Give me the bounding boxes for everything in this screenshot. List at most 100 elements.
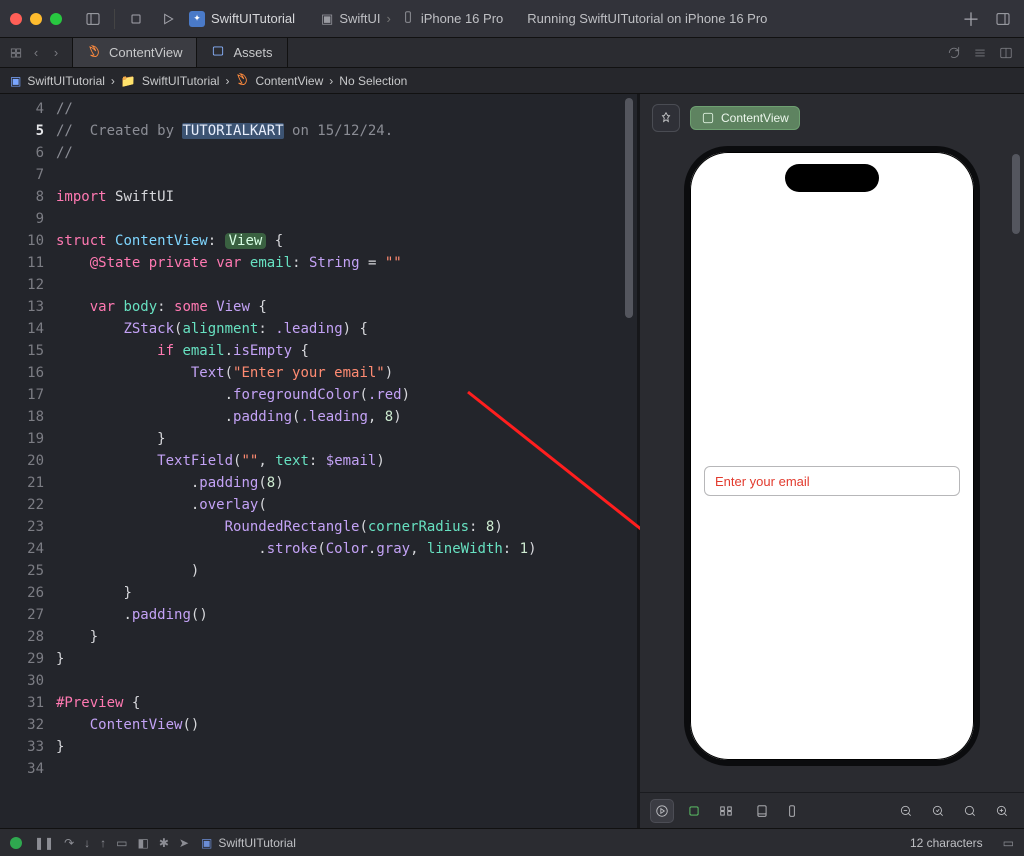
related-items-button[interactable] (8, 45, 24, 61)
code-line[interactable]: import SwiftUI (56, 186, 637, 208)
toggle-navigator-button[interactable] (82, 8, 104, 30)
step-over-icon[interactable]: ↷ (64, 836, 74, 850)
alt-scheme-selector[interactable]: ▣ SwiftUI › (321, 11, 391, 27)
line-number[interactable]: 26 (0, 582, 44, 604)
line-number[interactable]: 7 (0, 164, 44, 186)
zoom-out-button[interactable] (894, 799, 918, 823)
code-line[interactable]: var body: some View { (56, 296, 637, 318)
line-number[interactable]: 22 (0, 494, 44, 516)
preview-device-button[interactable] (780, 799, 804, 823)
step-in-icon[interactable]: ↓ (84, 836, 90, 850)
line-number[interactable]: 29 (0, 648, 44, 670)
preview-text-field[interactable]: Enter your email (704, 466, 960, 496)
code-line[interactable]: .padding(8) (56, 472, 637, 494)
zoom-actual-button[interactable] (926, 799, 950, 823)
line-number[interactable]: 30 (0, 670, 44, 692)
code-line[interactable]: ) (56, 560, 637, 582)
line-number[interactable]: 18 (0, 406, 44, 428)
tab-contentview[interactable]: ContentView (73, 38, 197, 67)
preview-provider-chip[interactable]: ContentView (690, 106, 800, 130)
code-line[interactable]: // Created by TUTORIALKART on 15/12/24. (56, 120, 637, 142)
line-number[interactable]: 14 (0, 318, 44, 340)
minimize-window-button[interactable] (30, 13, 42, 25)
line-number[interactable]: 31 (0, 692, 44, 714)
stop-button[interactable] (125, 8, 147, 30)
line-number[interactable]: 17 (0, 384, 44, 406)
code-line[interactable] (56, 164, 637, 186)
debug-view-icon[interactable]: ▭ (116, 836, 127, 850)
add-button[interactable]: ＋ (960, 8, 982, 30)
close-window-button[interactable] (10, 13, 22, 25)
toggle-debug-area-icon[interactable]: ▭ (1003, 836, 1014, 850)
code-line[interactable]: #Preview { (56, 692, 637, 714)
build-status-indicator[interactable] (10, 837, 22, 849)
line-number[interactable]: 25 (0, 560, 44, 582)
crumb-selection[interactable]: No Selection (339, 74, 407, 88)
line-number[interactable]: 5 (0, 120, 44, 142)
location-icon[interactable]: ➤ (179, 836, 189, 850)
code-line[interactable]: RoundedRectangle(cornerRadius: 8) (56, 516, 637, 538)
code-line[interactable]: .stroke(Color.gray, lineWidth: 1) (56, 538, 637, 560)
line-number[interactable]: 28 (0, 626, 44, 648)
line-number[interactable]: 13 (0, 296, 44, 318)
line-number[interactable]: 8 (0, 186, 44, 208)
toggle-inspector-button[interactable] (992, 8, 1014, 30)
code-line[interactable]: struct ContentView: View { (56, 230, 637, 252)
device-preview-iphone[interactable]: Enter your email (684, 146, 980, 766)
live-preview-play-button[interactable] (650, 799, 674, 823)
device-settings-button[interactable] (750, 799, 774, 823)
code-line[interactable]: .overlay( (56, 494, 637, 516)
line-number[interactable]: 16 (0, 362, 44, 384)
pin-preview-button[interactable] (652, 104, 680, 132)
line-number[interactable]: 19 (0, 428, 44, 450)
selectable-preview-button[interactable] (682, 799, 706, 823)
zoom-fit-button[interactable] (958, 799, 982, 823)
code-line[interactable]: ContentView() (56, 714, 637, 736)
jump-bar[interactable]: ▣SwiftUITutorial › 📁SwiftUITutorial › Co… (0, 68, 1024, 94)
line-number[interactable]: 20 (0, 450, 44, 472)
code-line[interactable]: // (56, 98, 637, 120)
nav-forward-button[interactable]: › (48, 45, 64, 61)
code-line[interactable]: @State private var email: String = "" (56, 252, 637, 274)
line-number[interactable]: 33 (0, 736, 44, 758)
code-line[interactable]: .padding() (56, 604, 637, 626)
environment-overrides-icon[interactable]: ✱ (159, 836, 169, 850)
code-line[interactable]: // (56, 142, 637, 164)
line-number[interactable]: 11 (0, 252, 44, 274)
code-line[interactable]: if email.isEmpty { (56, 340, 637, 362)
run-destination-selector[interactable]: iPhone 16 Pro (401, 10, 503, 27)
step-out-icon[interactable]: ↑ (100, 836, 106, 850)
add-editor-button[interactable] (998, 45, 1014, 61)
code-line[interactable]: .padding(.leading, 8) (56, 406, 637, 428)
memory-graph-icon[interactable]: ◧ (138, 836, 149, 850)
line-number[interactable]: 21 (0, 472, 44, 494)
line-number[interactable]: 15 (0, 340, 44, 362)
line-number[interactable]: 4 (0, 98, 44, 120)
scheme-selector[interactable]: ✦ SwiftUITutorial (189, 11, 295, 27)
code-line[interactable] (56, 670, 637, 692)
line-number[interactable]: 9 (0, 208, 44, 230)
line-number[interactable]: 32 (0, 714, 44, 736)
code-line[interactable] (56, 274, 637, 296)
code-line[interactable]: } (56, 582, 637, 604)
line-number[interactable]: 24 (0, 538, 44, 560)
editor-scrollbar[interactable] (625, 96, 635, 826)
line-number[interactable]: 34 (0, 758, 44, 780)
code-area[interactable]: //// Created by TUTORIALKART on 15/12/24… (56, 94, 637, 828)
code-line[interactable]: } (56, 648, 637, 670)
line-number[interactable]: 6 (0, 142, 44, 164)
code-line[interactable] (56, 208, 637, 230)
tab-assets[interactable]: Assets (197, 38, 287, 67)
zoom-window-button[interactable] (50, 13, 62, 25)
code-line[interactable]: Text("Enter your email") (56, 362, 637, 384)
crumb-folder[interactable]: SwiftUITutorial (142, 74, 220, 88)
code-line[interactable]: TextField("", text: $email) (56, 450, 637, 472)
code-line[interactable]: } (56, 428, 637, 450)
code-line[interactable]: .foregroundColor(.red) (56, 384, 637, 406)
zoom-in-button[interactable] (990, 799, 1014, 823)
line-number[interactable]: 23 (0, 516, 44, 538)
pause-icon[interactable]: ❚❚ (34, 836, 54, 850)
debug-process[interactable]: ▣ SwiftUITutorial (201, 836, 296, 850)
adjust-editor-options-button[interactable] (972, 45, 988, 61)
code-line[interactable]: ZStack(alignment: .leading) { (56, 318, 637, 340)
